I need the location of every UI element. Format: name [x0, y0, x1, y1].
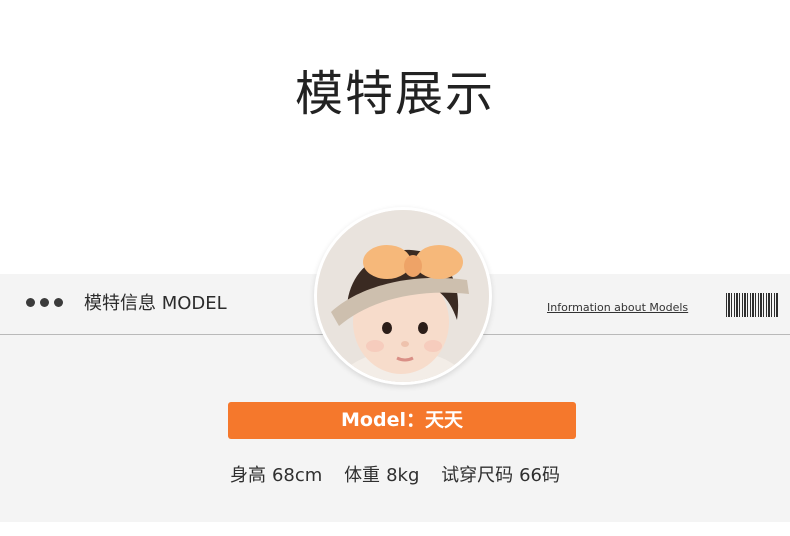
dot: [26, 298, 35, 307]
model-showcase-page: 模特展示 模特信息 MODEL Information about Models: [0, 0, 790, 536]
avatar: [317, 210, 489, 382]
stat-value: 66码: [519, 465, 561, 486]
dot: [54, 298, 63, 307]
model-name-badge: Model：天天: [228, 402, 576, 439]
stat-value: 68cm: [271, 465, 323, 486]
stat-height: 身高 68cm: [230, 465, 328, 486]
stat-size: 试穿尺码 66码: [441, 465, 560, 486]
page-title: 模特展示: [294, 66, 495, 122]
dot: [40, 298, 49, 307]
dots-icon: [26, 298, 63, 307]
stat-key: 身高: [229, 465, 266, 486]
avatar-frame: [314, 207, 492, 385]
stat-weight: 体重 8kg: [344, 465, 425, 486]
stat-value: 8kg: [386, 465, 420, 486]
stat-key: 试穿尺码: [441, 465, 514, 486]
avatar-illustration: [317, 210, 489, 382]
model-stats: 身高 68cm 体重 8kg 试穿尺码 66码: [0, 462, 790, 490]
section-label: 模特信息 MODEL: [84, 293, 227, 314]
information-link[interactable]: Information about Models: [547, 300, 688, 316]
barcode-icon: [726, 293, 778, 317]
stat-key: 体重: [344, 465, 381, 486]
